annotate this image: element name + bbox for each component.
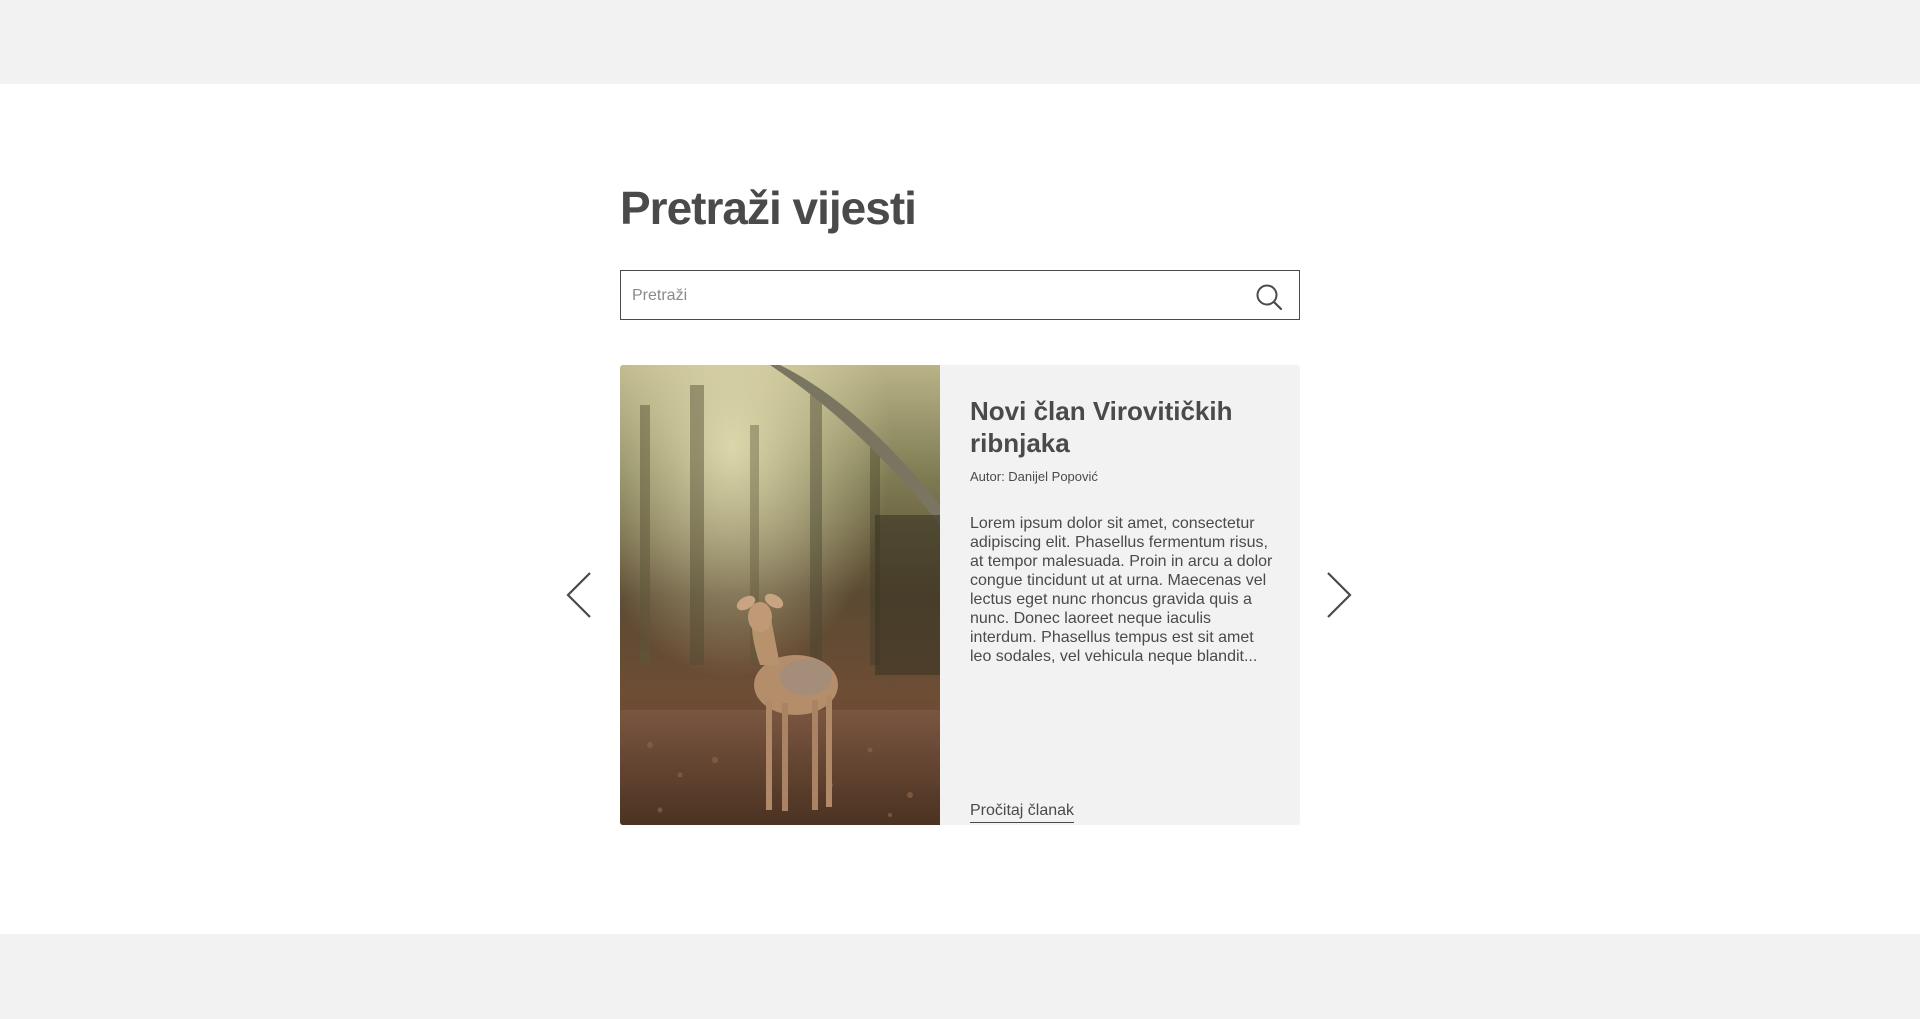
page-title: Pretraži vijesti [620, 182, 917, 234]
article-body: Novi član Virovitičkih ribnjaka Autor: D… [970, 395, 1275, 823]
article-title: Novi član Virovitičkih ribnjaka [970, 396, 1233, 458]
article-excerpt: Lorem ipsum dolor sit amet, consectetur … [970, 515, 1273, 665]
search-input[interactable] [630, 271, 1234, 320]
chevron-left-icon[interactable] [564, 570, 594, 620]
footer-bar [0, 934, 1920, 1019]
news-card: Novi član Virovitičkih ribnjaka Autor: D… [620, 365, 1300, 825]
search-box [620, 270, 1300, 320]
article-image [620, 365, 940, 825]
read-article-link[interactable]: Pročitaj članak [970, 802, 1075, 823]
search-icon[interactable] [1255, 283, 1283, 311]
top-bar [0, 0, 1920, 84]
chevron-right-icon[interactable] [1324, 570, 1354, 620]
article-author: Autor: Danijel Popović [970, 469, 1098, 484]
